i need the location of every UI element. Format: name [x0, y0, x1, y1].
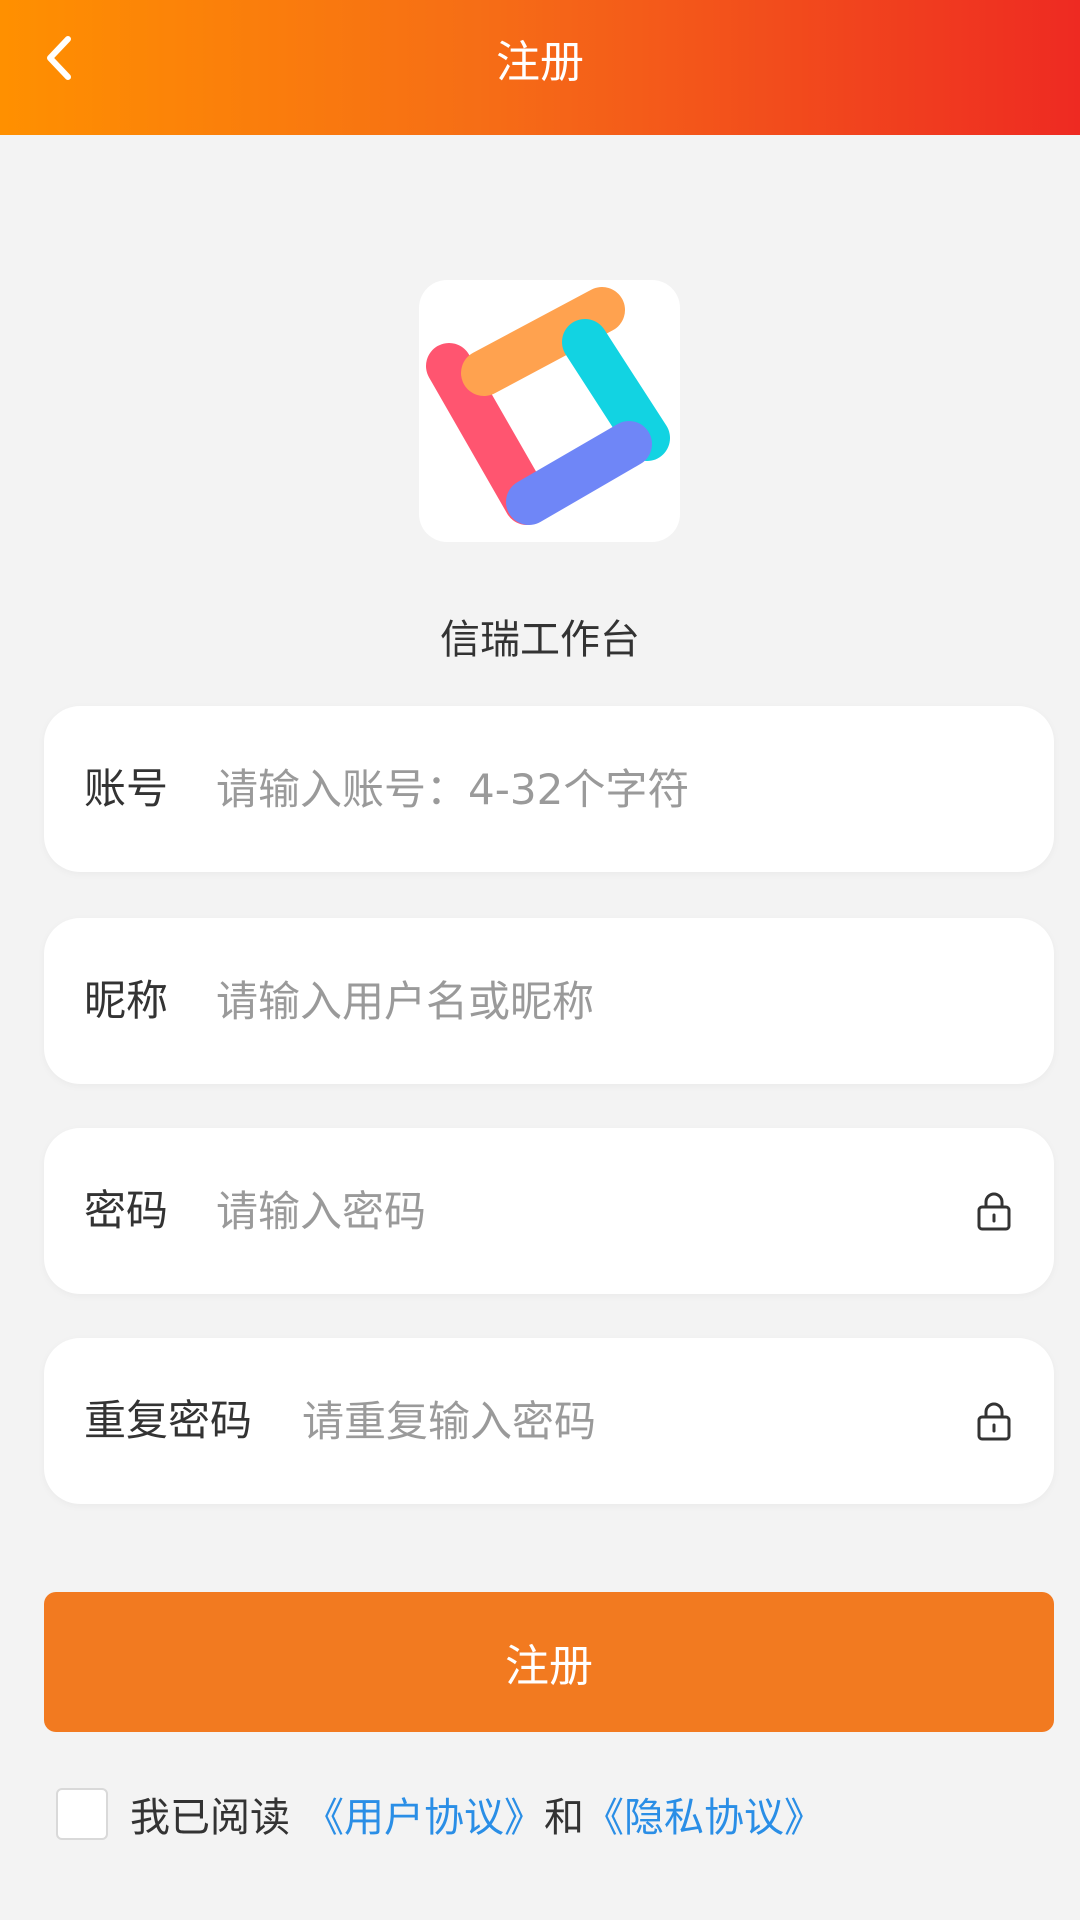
repeat-password-field: 重复密码 — [44, 1338, 1054, 1504]
password-input[interactable] — [216, 1171, 956, 1251]
lock-icon[interactable] — [974, 1401, 1014, 1441]
user-agreement-link[interactable]: 《用户协议》 — [304, 1785, 544, 1843]
password-label: 密码 — [84, 1186, 169, 1235]
agreement-prefix: 我已阅读 — [130, 1795, 290, 1841]
agreement-row: 我已阅读 《用户协议》 和 《隐私协议》 — [56, 1786, 824, 1842]
register-button[interactable]: 注册 — [44, 1592, 1054, 1732]
account-label: 账号 — [84, 764, 169, 813]
repeat-password-label: 重复密码 — [84, 1396, 253, 1445]
account-input[interactable] — [216, 749, 1006, 829]
nickname-field: 昵称 — [44, 918, 1054, 1084]
privacy-agreement-link[interactable]: 《隐私协议》 — [584, 1785, 824, 1843]
agreement-conjunction: 和 — [544, 1795, 584, 1841]
app-name: 信瑞工作台 — [440, 617, 640, 663]
app-logo — [419, 280, 680, 542]
repeat-password-input[interactable] — [302, 1381, 952, 1461]
account-field: 账号 — [44, 706, 1054, 872]
top-app-bar: 注册 — [0, 0, 1080, 135]
nickname-input[interactable] — [216, 961, 1006, 1041]
password-field: 密码 — [44, 1128, 1054, 1294]
lock-icon[interactable] — [974, 1191, 1014, 1231]
page-title: 注册 — [496, 36, 584, 88]
agreement-checkbox[interactable] — [56, 1788, 108, 1840]
nickname-label: 昵称 — [84, 976, 169, 1025]
